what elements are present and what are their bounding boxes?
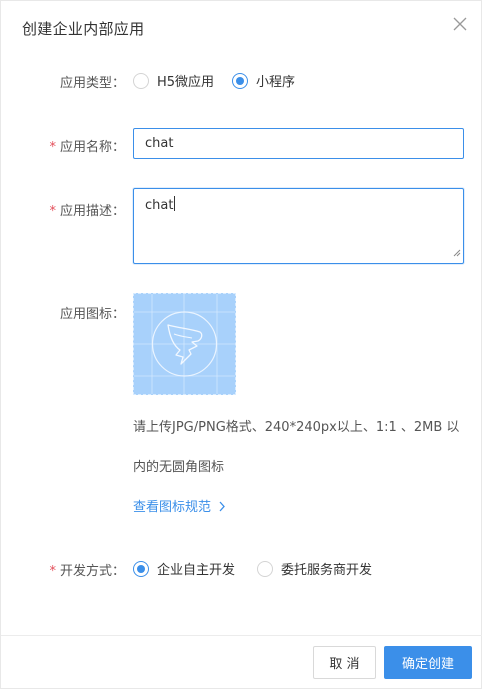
radio-label: 企业自主开发 <box>157 563 236 578</box>
required-mark: * <box>49 204 56 219</box>
dingtalk-logo-icon <box>134 294 235 394</box>
radio-checked-icon <box>133 560 149 577</box>
required-mark: * <box>49 140 56 155</box>
radio-checked-icon <box>232 72 248 89</box>
icon-hint-line1: 请上传JPG/PNG格式、240*240px以上、1:1 、2MB 以 <box>133 420 460 435</box>
icon-hint-line2: 内的无圆角图标 <box>133 460 225 475</box>
create-app-dialog: 创建企业内部应用 应用类型： H5微应用 小程序 * 应用名称： chat * 应用… <box>0 0 482 689</box>
resize-handle-icon[interactable] <box>453 246 461 261</box>
app-icon-upload[interactable] <box>133 293 236 395</box>
dev-mode-label: * 开发方式： <box>49 564 125 579</box>
app-name-input[interactable]: chat <box>133 128 464 159</box>
confirm-create-button[interactable]: 确定创建 <box>384 646 472 679</box>
app-desc-label: * 应用描述： <box>49 204 125 219</box>
radio-circle-icon <box>133 72 149 89</box>
dialog-title: 创建企业内部应用 <box>22 20 145 38</box>
view-icon-spec-link[interactable]: 查看图标规范 <box>133 496 226 515</box>
radio-label: H5微应用 <box>157 75 215 90</box>
radio-circle-icon <box>257 560 273 577</box>
app-type-radio-h5[interactable]: H5微应用 <box>133 71 214 90</box>
app-type-label: 应用类型： <box>59 76 125 91</box>
cancel-button[interactable]: 取 消 <box>313 646 376 679</box>
text-caret <box>174 196 176 211</box>
app-name-label: * 应用名称： <box>49 140 125 155</box>
required-mark: * <box>49 564 56 579</box>
dev-mode-radio-self[interactable]: 企业自主开发 <box>133 559 235 578</box>
close-icon[interactable] <box>450 14 470 34</box>
chevron-right-icon <box>219 501 226 512</box>
dev-mode-radio-provider[interactable]: 委托服务商开发 <box>257 559 372 578</box>
app-icon-label: 应用图标： <box>59 307 125 322</box>
radio-label: 委托服务商开发 <box>281 563 373 578</box>
radio-label: 小程序 <box>256 75 296 90</box>
app-type-radio-miniprogram[interactable]: 小程序 <box>232 71 295 90</box>
app-desc-textarea[interactable]: chat <box>133 188 464 264</box>
